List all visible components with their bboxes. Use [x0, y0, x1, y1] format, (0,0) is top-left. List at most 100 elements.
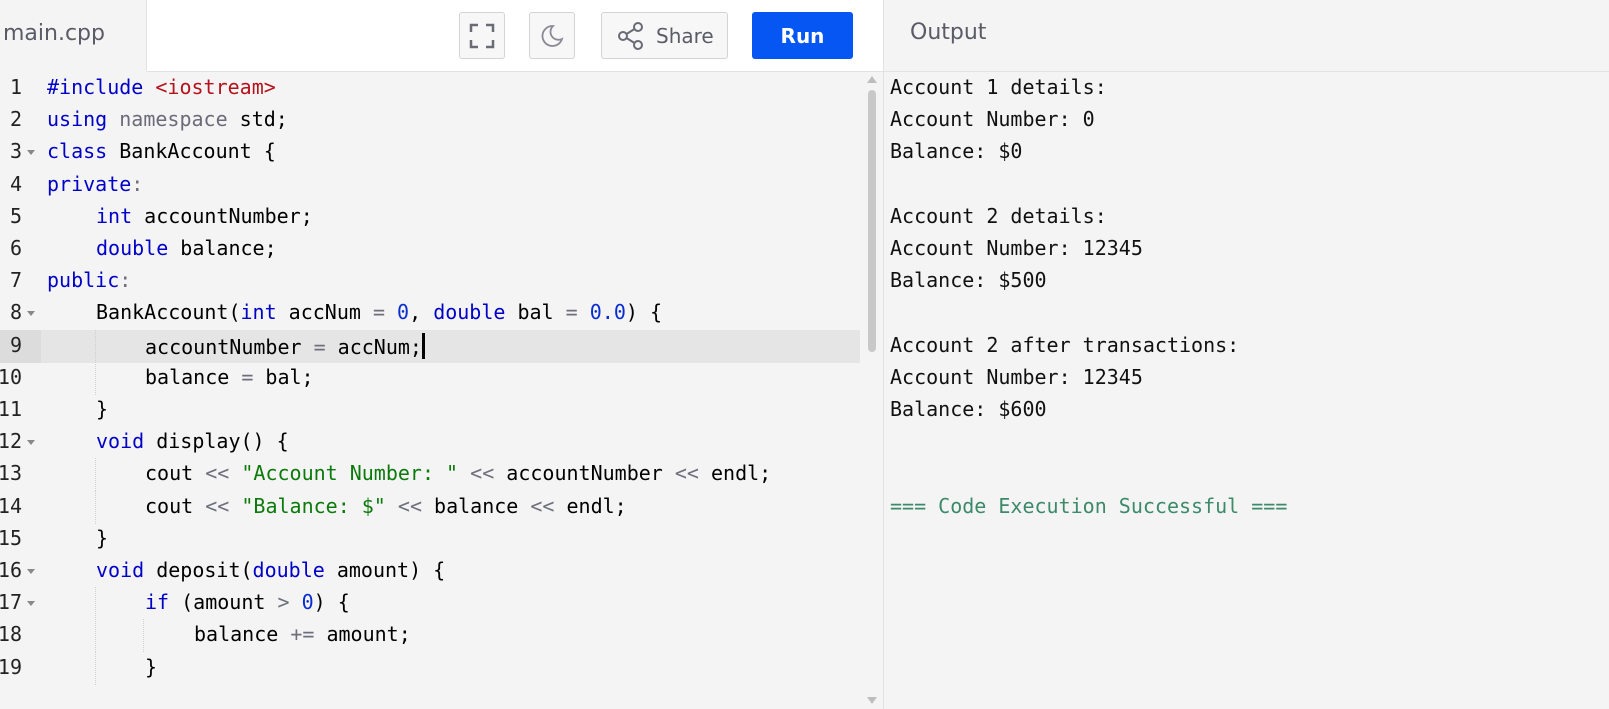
code-line[interactable]: 13 cout << "Account Number: " << accountN…: [0, 458, 860, 492]
code-token: <iostream>: [155, 75, 276, 99]
code-token: amount;: [314, 622, 411, 647]
code-line[interactable]: 6 double balance;: [0, 233, 860, 266]
output-line: Balance: $0: [890, 139, 1023, 164]
share-icon: [618, 21, 643, 50]
line-number: 1: [9, 75, 22, 99]
fullscreen-icon: [469, 23, 495, 48]
code-token: class: [47, 139, 108, 164]
code-token: (amount: [169, 590, 278, 615]
code-token: "Account Number: ": [241, 461, 459, 486]
code-line[interactable]: 15}: [0, 523, 860, 556]
code-line[interactable]: 8 BankAccount(int accNum = 0, double bal …: [0, 297, 860, 330]
execution-status: === Code Execution Successful ===: [890, 493, 1288, 518]
code-token: cout: [145, 493, 206, 518]
code-editor[interactable]: 1 #include <iostream> 2 using namespace std…: [0, 72, 869, 709]
code-line[interactable]: 4 private:: [0, 169, 860, 202]
code-line[interactable]: 11}: [0, 394, 860, 427]
code-line[interactable]: 18 balance += amount;: [0, 619, 860, 653]
code-line[interactable]: 14 cout << "Balance: $" << balance << end…: [0, 490, 860, 524]
code-token: }: [96, 397, 109, 421]
fold-arrow-icon[interactable]: [27, 311, 35, 317]
code-token: =: [565, 300, 578, 325]
code-line[interactable]: 9 accountNumber = accNum;: [0, 329, 860, 363]
line-number: 14: [0, 493, 22, 518]
indent-guide: [95, 619, 96, 653]
code-text: BankAccount(int accNum = 0, double bal =…: [96, 300, 662, 324]
line-number: 18: [0, 622, 22, 647]
line-number: 3: [9, 139, 22, 164]
line-number: 11: [0, 397, 22, 421]
code-line[interactable]: 2 using namespace std;: [0, 104, 860, 137]
code-line[interactable]: 16 void deposit(double amount) {: [0, 555, 860, 588]
code-token: namespace: [119, 107, 228, 132]
code-token: ) {: [625, 300, 662, 325]
code-token: <<: [470, 461, 495, 486]
fold-arrow-icon[interactable]: [27, 150, 35, 156]
panel-divider[interactable]: [883, 0, 884, 709]
code-line[interactable]: 10 balance = bal;: [0, 361, 860, 395]
theme-toggle-button[interactable]: [529, 12, 575, 59]
line-number: 8: [9, 300, 22, 325]
output-line: Account 2 details:: [890, 203, 1107, 228]
code-text: balance += amount;: [194, 622, 411, 646]
code-text: using namespace std;: [47, 107, 288, 131]
scroll-down-arrow[interactable]: [867, 697, 877, 704]
code-token: accountNumber;: [132, 203, 313, 228]
code-token: cout: [145, 461, 206, 486]
fold-arrow-icon[interactable]: [27, 440, 35, 446]
editor-scrollbar-thumb[interactable]: [868, 90, 876, 352]
code-token: balance;: [168, 236, 277, 260]
file-tab[interactable]: main.cpp: [0, 0, 147, 72]
run-button[interactable]: Run: [752, 12, 853, 59]
code-token: accNum: [276, 300, 373, 325]
share-button[interactable]: Share: [601, 12, 728, 59]
fullscreen-button[interactable]: [459, 12, 505, 59]
code-token: 0.0: [589, 300, 626, 325]
code-token: <<: [205, 493, 230, 518]
code-text: public:: [47, 268, 131, 292]
code-token: double: [96, 236, 169, 260]
code-token: double: [433, 300, 506, 325]
code-token: 0: [397, 300, 410, 325]
code-token: <<: [205, 461, 230, 486]
code-token: balance: [194, 622, 291, 647]
code-token: 0: [301, 590, 314, 615]
editor-toolbar: Share Run: [147, 0, 883, 71]
line-number: 12: [0, 429, 22, 454]
code-text: }: [96, 397, 108, 421]
code-token: =: [313, 334, 326, 359]
line-number: 2: [9, 107, 22, 132]
code-token: #include: [47, 75, 144, 99]
code-line[interactable]: 12 void display() {: [0, 426, 860, 459]
code-text: void display() {: [96, 429, 289, 453]
code-text: }: [96, 526, 108, 550]
code-line[interactable]: 7 public:: [0, 265, 860, 298]
code-line[interactable]: 17 if (amount > 0) {: [0, 587, 860, 621]
code-line[interactable]: 1 #include <iostream>: [0, 72, 860, 105]
code-token: endl;: [554, 493, 627, 518]
code-token: double: [252, 558, 325, 582]
output-line: Balance: $500: [890, 268, 1047, 293]
code-text: balance = bal;: [145, 365, 314, 389]
code-line[interactable]: 5 int accountNumber;: [0, 201, 860, 234]
line-number: 7: [9, 268, 22, 293]
code-token: balance: [422, 493, 531, 518]
line-number: 13: [0, 461, 22, 486]
file-tab-label: main.cpp: [3, 21, 105, 46]
scroll-up-arrow[interactable]: [867, 76, 877, 83]
fold-arrow-icon[interactable]: [27, 569, 35, 574]
text-cursor: [421, 332, 425, 359]
code-line[interactable]: 3 class BankAccount {: [0, 136, 860, 169]
code-token: <<: [530, 493, 555, 518]
line-number: 4: [9, 171, 22, 196]
code-line[interactable]: 19}: [0, 651, 860, 685]
code-token: ) {: [313, 590, 350, 615]
fold-arrow-icon[interactable]: [27, 601, 35, 607]
